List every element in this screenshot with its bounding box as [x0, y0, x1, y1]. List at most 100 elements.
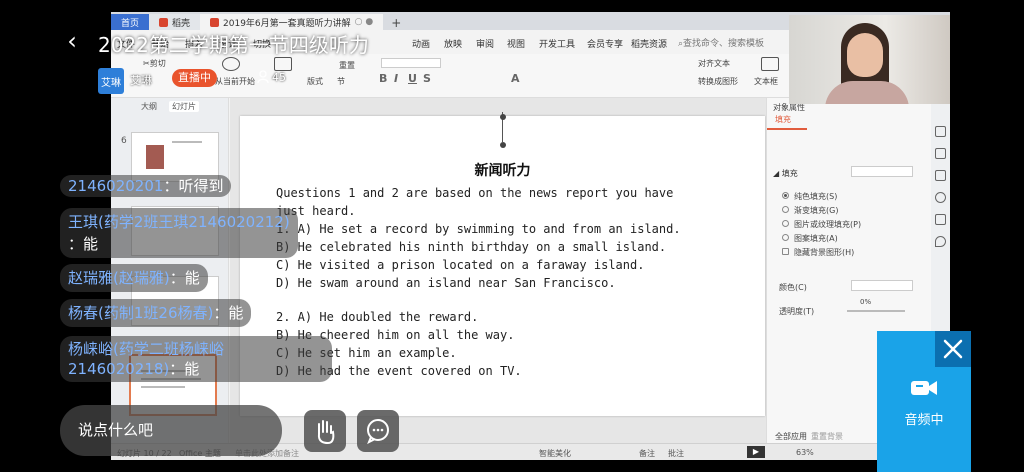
raise-hand-button[interactable] [304, 410, 346, 452]
font-color-button[interactable]: A [511, 72, 520, 85]
fill-section-title: ◢ 填充 [773, 169, 798, 178]
host-name: 艾琳 [130, 74, 152, 87]
section-button[interactable]: 节 [337, 76, 345, 87]
option-label: 纯色填充(S) [794, 192, 838, 201]
chat-message: 杨崃峪(药学二班杨崃峪2146020218)：能 [60, 336, 332, 382]
option-label: 图片或纹理填充(P) [794, 220, 862, 229]
transparency-label: 透明度(T) [779, 307, 815, 316]
hand-icon [317, 420, 335, 445]
radio-solid-fill[interactable] [782, 192, 789, 199]
slide-decoration-dot [500, 142, 506, 148]
properties-icon[interactable] [935, 126, 946, 137]
audio-mode-button[interactable]: 音频中 [877, 331, 971, 472]
timer-icon[interactable] [935, 192, 946, 203]
play-slideshow-icon[interactable]: ▶ [747, 446, 765, 458]
tab-slides[interactable]: 幻灯片 [169, 101, 199, 112]
chat-input[interactable]: 说点什么吧 [60, 405, 282, 456]
chat-message: 赵瑞雅(赵瑞雅)：能 [60, 264, 208, 292]
radio-picture-fill[interactable] [782, 220, 789, 227]
transparency-value: 0% [860, 298, 872, 306]
live-status-badge: 直播中 [172, 69, 217, 87]
menu-docer-resources[interactable]: 稻壳资源 [631, 37, 667, 50]
align-text-button[interactable]: 对齐文本 [698, 58, 730, 69]
font-name-select[interactable] [381, 58, 441, 68]
radio-gradient-fill[interactable] [782, 206, 789, 213]
presenter-camera[interactable] [789, 15, 950, 104]
question-line: 2. A) He doubled the reward. [276, 310, 479, 324]
video-camera-icon [911, 381, 937, 395]
shadow-button[interactable]: S [423, 72, 431, 85]
radio-pattern-fill[interactable] [782, 234, 789, 241]
menu-animation[interactable]: 动画 [412, 37, 430, 50]
chat-text: ：听得到 [163, 177, 224, 195]
option-label: 隐藏背景图形(H) [794, 248, 855, 257]
color-select[interactable] [851, 280, 913, 291]
question-line: Questions 1 and 2 are based on the news … [276, 186, 674, 200]
beautify-button[interactable]: 智能美化 [539, 448, 571, 459]
zoom-level[interactable]: 63% [796, 448, 814, 457]
chat-sender: 杨春(药制1班26杨春) [68, 304, 214, 322]
menu-slideshow[interactable]: 放映 [444, 37, 462, 50]
notes-button[interactable]: 备注 [639, 448, 655, 459]
comments-button[interactable]: 批注 [668, 448, 684, 459]
comment-button[interactable] [357, 410, 399, 452]
convert-smartart-button[interactable]: 转换成图形 [698, 76, 738, 87]
close-icon[interactable]: ○ ● [355, 17, 374, 27]
live-title: 2022第二学期第一节四级听力 [98, 33, 369, 57]
apply-all-button[interactable]: 全部应用 [775, 431, 807, 442]
thumbnail-text [141, 386, 185, 388]
option-label: 渐变填充(G) [794, 206, 839, 215]
textbox-button[interactable]: 文本框 [754, 76, 778, 87]
hide-background-checkbox[interactable] [782, 248, 789, 255]
slide-title: 新闻听力 [474, 163, 531, 179]
tab-docer[interactable]: 稻壳 [149, 14, 201, 30]
tab-home[interactable]: 首页 [111, 14, 150, 30]
chat-sender: 杨崃峪(药学二班杨崃峪2146020218) [68, 340, 224, 378]
fill-type-select[interactable] [851, 166, 913, 177]
underline-button[interactable]: U [408, 72, 417, 85]
question-line: B) He celebrated his ninth birthday on a… [276, 240, 667, 254]
menu-view[interactable]: 视图 [507, 37, 525, 50]
chat-sender: 赵瑞雅(赵瑞雅) [68, 269, 170, 287]
location-icon[interactable] [935, 236, 946, 247]
tab-fill-indicator [767, 128, 807, 130]
layout-button[interactable]: 版式 [307, 76, 323, 87]
image-icon[interactable] [935, 214, 946, 225]
reset-background-button[interactable]: 重置背景 [811, 431, 843, 442]
chat-message: 王琪(药学2班王琪2146020212) ：能 [60, 208, 298, 258]
chat-message: 2146020201：听得到 [60, 175, 232, 197]
animation-icon[interactable] [935, 148, 946, 159]
new-tab-icon[interactable]: + [383, 16, 409, 30]
scissors-icon: ✂ [143, 59, 150, 68]
question-line: C) He visited a prison located on a fara… [276, 258, 645, 272]
menu-review[interactable]: 审阅 [476, 37, 494, 50]
reset-button[interactable]: 重置 [339, 60, 355, 71]
play-icon[interactable] [222, 57, 240, 71]
start-slideshow-button[interactable]: 从当前开始 [215, 76, 255, 87]
color-label: 颜色(C) [779, 283, 807, 292]
transparency-slider[interactable] [847, 310, 905, 312]
avatar[interactable]: 艾琳 [98, 68, 124, 94]
close-button[interactable] [935, 331, 971, 367]
menu-member[interactable]: 会员专享 [587, 37, 623, 50]
thumbnail-text [172, 141, 202, 143]
tab-fill[interactable]: 填充 [775, 114, 791, 125]
chat-sender: 2146020201 [68, 177, 164, 195]
chat-text: ：能 [68, 235, 99, 253]
menu-developer[interactable]: 开发工具 [539, 37, 575, 50]
bold-button[interactable]: B [379, 72, 387, 85]
thumbnail-image [146, 145, 164, 169]
tab-outline[interactable]: 大纲 [141, 101, 157, 112]
textbox-icon [761, 57, 779, 71]
chat-text: ：能 [169, 269, 200, 287]
italic-button[interactable]: I [394, 72, 398, 85]
search-input[interactable]: ⌕查找命令、搜索模板 [678, 36, 764, 49]
tab-document[interactable]: 2019年6月第一套真题听力讲解 ○ ● [200, 14, 384, 30]
cut-button[interactable]: ✂剪切 [143, 58, 166, 69]
docer-icon [159, 17, 169, 27]
chat-sender: 王琪(药学2班王琪2146020212) [68, 213, 290, 231]
back-icon[interactable]: ‹ [60, 26, 84, 56]
comment-icon [367, 419, 389, 445]
layers-icon[interactable] [935, 170, 946, 181]
question-line: 1. A) He set a record by swimming to and… [276, 222, 681, 236]
